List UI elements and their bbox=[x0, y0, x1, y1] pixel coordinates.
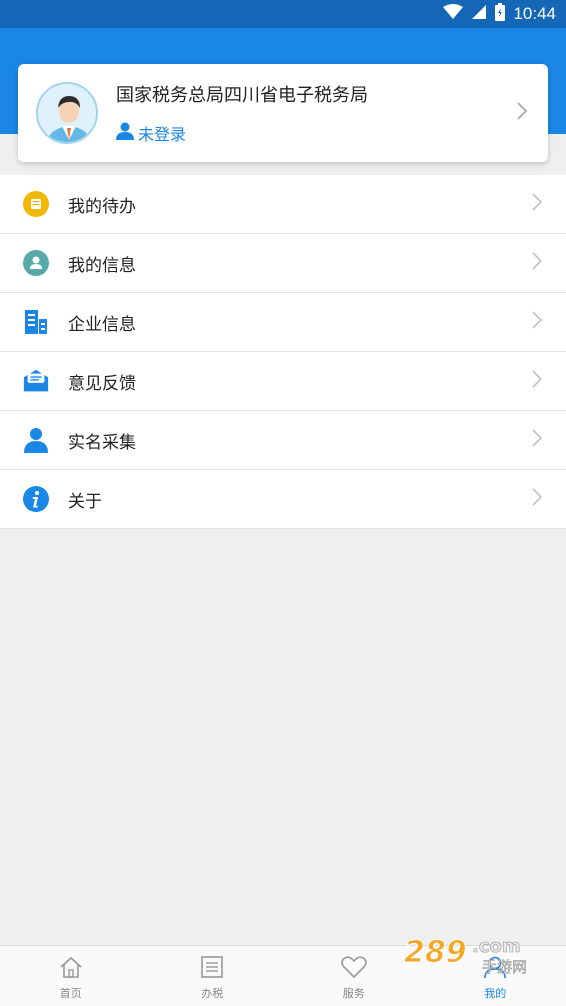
nav-label: 服务 bbox=[342, 987, 365, 1000]
profile-text: 国家税务总局四川省电子税务局 未登录 bbox=[116, 81, 516, 145]
login-status-row[interactable]: 未登录 bbox=[116, 121, 516, 145]
user-avatar bbox=[36, 82, 98, 144]
real-name-icon bbox=[23, 427, 49, 453]
nav-label: 首页 bbox=[59, 987, 82, 1000]
menu-list: 我的待办 我的信息 企业信息 意见反馈 实名采集 关于 bbox=[0, 175, 566, 529]
heart-icon bbox=[340, 955, 367, 983]
person-icon bbox=[116, 122, 134, 144]
status-bar: 10:44 bbox=[0, 0, 566, 28]
nav-service[interactable]: 服务 bbox=[283, 946, 425, 1006]
feedback-mail-icon bbox=[23, 368, 49, 394]
person-info-icon bbox=[23, 250, 49, 276]
login-status: 未登录 bbox=[138, 125, 187, 144]
menu-item-my-info[interactable]: 我的信息 bbox=[0, 234, 566, 293]
nav-home[interactable]: 首页 bbox=[0, 946, 142, 1006]
battery-icon bbox=[495, 3, 506, 25]
todo-icon bbox=[23, 191, 49, 217]
nav-label: 我的 bbox=[484, 987, 507, 1000]
menu-label: 企业信息 bbox=[68, 314, 136, 335]
chevron-right-icon bbox=[532, 193, 543, 215]
chevron-right-icon bbox=[532, 370, 543, 392]
nav-label: 办税 bbox=[201, 987, 224, 1000]
nav-mine[interactable]: 我的 bbox=[425, 946, 566, 1006]
status-time: 10:44 bbox=[513, 4, 556, 23]
chevron-right-icon bbox=[516, 101, 528, 125]
menu-label: 关于 bbox=[68, 491, 102, 512]
menu-item-enterprise-info[interactable]: 企业信息 bbox=[0, 293, 566, 352]
home-icon bbox=[59, 955, 83, 983]
chevron-right-icon bbox=[532, 311, 543, 333]
bottom-nav: 首页 办税 服务 我的 bbox=[0, 945, 566, 1006]
signal-icon bbox=[471, 4, 487, 24]
chevron-right-icon bbox=[532, 252, 543, 274]
menu-label: 实名采集 bbox=[68, 432, 136, 453]
menu-label: 意见反馈 bbox=[68, 373, 136, 394]
user-icon bbox=[483, 955, 507, 983]
nav-tax[interactable]: 办税 bbox=[142, 946, 284, 1006]
profile-card[interactable]: 国家税务总局四川省电子税务局 未登录 bbox=[18, 64, 548, 162]
wifi-icon bbox=[443, 4, 464, 24]
menu-item-feedback[interactable]: 意见反馈 bbox=[0, 352, 566, 411]
info-icon bbox=[23, 486, 49, 512]
list-icon bbox=[200, 955, 224, 983]
chevron-right-icon bbox=[532, 429, 543, 451]
profile-title: 国家税务总局四川省电子税务局 bbox=[116, 85, 368, 106]
menu-label: 我的待办 bbox=[68, 196, 136, 217]
menu-item-real-name[interactable]: 实名采集 bbox=[0, 411, 566, 470]
menu-item-about[interactable]: 关于 bbox=[0, 470, 566, 529]
enterprise-icon bbox=[23, 309, 49, 335]
chevron-right-icon bbox=[532, 488, 543, 510]
menu-label: 我的信息 bbox=[68, 255, 136, 276]
menu-item-todo[interactable]: 我的待办 bbox=[0, 175, 566, 234]
app-screen: 10:44 国家税务总局四川省电子税务局 未登录 我的待办 我的信息 企业信息 … bbox=[0, 0, 566, 1006]
